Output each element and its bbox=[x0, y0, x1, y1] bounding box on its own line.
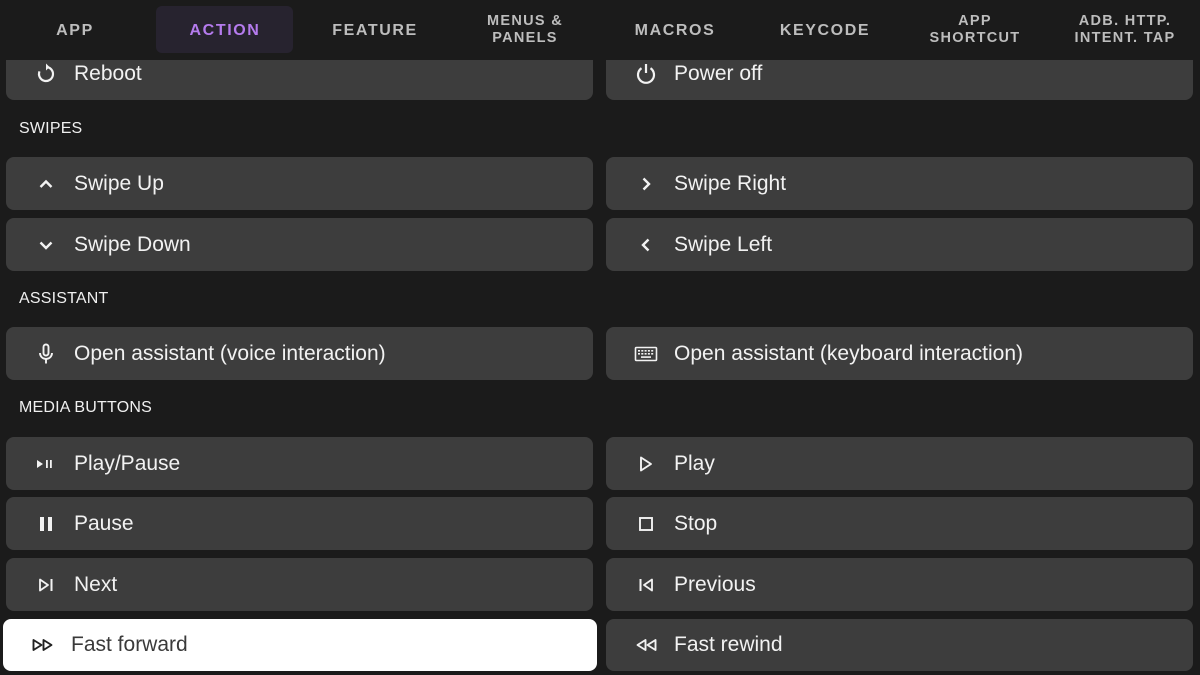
restart-icon bbox=[33, 61, 59, 87]
fast-forward-label: Fast forward bbox=[71, 633, 188, 656]
chevron-left-icon bbox=[633, 232, 659, 258]
play-label: Play bbox=[674, 451, 715, 475]
skip-previous-icon bbox=[633, 572, 659, 598]
tab-adb-http-intent-tap[interactable]: ADB. HTTP. INTENT. TAP bbox=[1050, 0, 1200, 60]
tab-keycode[interactable]: KEYCODE bbox=[750, 0, 900, 60]
fast-rewind-button[interactable]: Fast rewind bbox=[606, 619, 1193, 671]
fast-rewind-label: Fast rewind bbox=[674, 633, 783, 656]
tab-app-shortcut[interactable]: APP SHORTCUT bbox=[900, 0, 1050, 60]
swipe-right-button[interactable]: Swipe Right bbox=[606, 157, 1193, 210]
chevron-down-icon bbox=[33, 232, 59, 258]
play-icon bbox=[633, 451, 659, 477]
tab-label: MENUS & PANELS bbox=[487, 13, 563, 46]
fast-forward-icon bbox=[30, 632, 56, 658]
stop-icon bbox=[633, 511, 659, 537]
power-off-label: Power off bbox=[674, 61, 763, 85]
tab-action[interactable]: ACTION bbox=[150, 0, 300, 60]
pause-icon bbox=[33, 511, 59, 537]
fast-forward-button[interactable]: Fast forward bbox=[3, 619, 597, 671]
open-assistant-voice-label: Open assistant (voice interaction) bbox=[74, 341, 386, 365]
previous-label: Previous bbox=[674, 572, 756, 596]
skip-next-icon bbox=[33, 572, 59, 598]
tab-label: KEYCODE bbox=[779, 21, 871, 39]
microphone-icon bbox=[33, 341, 59, 367]
stop-label: Stop bbox=[674, 511, 718, 535]
fast-rewind-icon bbox=[633, 632, 659, 658]
swipe-up-button[interactable]: Swipe Up bbox=[6, 157, 593, 210]
open-assistant-keyboard-button[interactable]: Open assistant (keyboard interaction) bbox=[606, 327, 1193, 380]
power-icon bbox=[633, 61, 659, 87]
open-assistant-voice-button[interactable]: Open assistant (voice interaction) bbox=[6, 327, 593, 380]
tab-menus-panels[interactable]: MENUS & PANELS bbox=[450, 0, 600, 60]
play-pause-icon bbox=[33, 451, 59, 477]
stop-button[interactable]: Stop bbox=[606, 497, 1193, 550]
swipe-down-label: Swipe Down bbox=[74, 232, 191, 256]
swipe-left-button[interactable]: Swipe Left bbox=[606, 218, 1193, 271]
tab-label: FEATURE bbox=[332, 21, 418, 39]
tab-label: ACTION bbox=[189, 21, 261, 39]
tab-label: MACROS bbox=[634, 21, 716, 39]
next-button[interactable]: Next bbox=[6, 558, 593, 611]
open-assistant-keyboard-label: Open assistant (keyboard interaction) bbox=[674, 341, 1024, 365]
tab-bar: APP ACTION FEATURE MENUS & PANELS MACROS… bbox=[0, 0, 1200, 60]
play-pause-button[interactable]: Play/Pause bbox=[6, 437, 593, 490]
keyboard-icon bbox=[633, 341, 659, 367]
chevron-up-icon bbox=[33, 171, 59, 197]
tab-macros[interactable]: MACROS bbox=[600, 0, 750, 60]
swipe-right-label: Swipe Right bbox=[674, 171, 787, 195]
pause-button[interactable]: Pause bbox=[6, 497, 593, 550]
swipe-up-label: Swipe Up bbox=[74, 171, 164, 195]
tab-label: APP bbox=[56, 21, 94, 39]
tab-app[interactable]: APP bbox=[0, 0, 150, 60]
swipe-down-button[interactable]: Swipe Down bbox=[6, 218, 593, 271]
section-header-assistant: ASSISTANT bbox=[19, 290, 109, 307]
tab-label: ADB. HTTP. INTENT. TAP bbox=[1074, 13, 1176, 46]
pause-label: Pause bbox=[74, 511, 134, 535]
play-pause-label: Play/Pause bbox=[74, 451, 181, 475]
play-button[interactable]: Play bbox=[606, 437, 1193, 490]
section-header-media-buttons: MEDIA BUTTONS bbox=[19, 399, 152, 416]
next-label: Next bbox=[74, 572, 118, 596]
reboot-label: Reboot bbox=[74, 61, 142, 85]
section-header-swipes: SWIPES bbox=[19, 120, 83, 137]
tab-feature[interactable]: FEATURE bbox=[300, 0, 450, 60]
action-list: Reboot Power off SWIPES Swipe Up Swipe R… bbox=[0, 0, 1200, 675]
swipe-left-label: Swipe Left bbox=[674, 232, 773, 256]
chevron-right-icon bbox=[633, 171, 659, 197]
previous-button[interactable]: Previous bbox=[606, 558, 1193, 611]
tab-label: APP SHORTCUT bbox=[929, 13, 1021, 46]
